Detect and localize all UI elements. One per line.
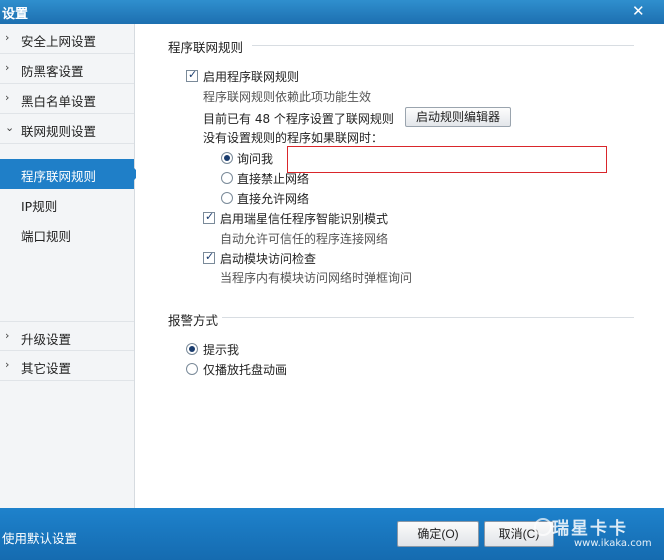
sidebar-item-safe-browsing[interactable]: › 安全上网设置: [0, 24, 134, 54]
sidebar-item-label: 升级设置: [21, 332, 72, 347]
ok-button[interactable]: 确定(O): [397, 521, 479, 547]
ask-me-label: 询问我: [237, 152, 274, 166]
sidebar-item-label: 防黑客设置: [21, 64, 84, 79]
trusted-program-hint: 自动允许可信任的程序连接网络: [220, 232, 389, 246]
allow-network-label: 直接允许网络: [237, 192, 310, 206]
section-title: 程序联网规则: [168, 40, 244, 55]
enable-rules-hint: 程序联网规则依赖此项功能生效: [203, 90, 372, 104]
ask-me-radio[interactable]: [221, 152, 233, 164]
open-rule-editor-button[interactable]: 启动规则编辑器: [405, 107, 511, 127]
sidebar-item-label: 黑白名单设置: [21, 94, 97, 109]
settings-panel: 程序联网规则 启用程序联网规则 程序联网规则依赖此项功能生效 目前已有 48 个…: [136, 24, 664, 508]
alarm-tray-label: 仅播放托盘动画: [203, 363, 288, 377]
sidebar-item-network-rules[interactable]: ⌄ 联网规则设置: [0, 114, 134, 144]
sidebar-item-label: 联网规则设置: [21, 124, 97, 139]
unset-rule-prompt: 没有设置规则的程序如果联网时：: [203, 131, 384, 145]
watermark-url: www.ikaka.com: [574, 538, 652, 549]
chevron-right-icon: ›: [5, 358, 10, 371]
sidebar-subitem-ip-rules[interactable]: IP规则: [0, 189, 134, 219]
title-bar: 设置 ✕: [0, 0, 664, 24]
sidebar-item-black-white-list[interactable]: › 黑白名单设置: [0, 84, 134, 114]
enable-rules-checkbox[interactable]: [186, 68, 198, 82]
close-icon[interactable]: ✕: [632, 2, 645, 20]
watermark-logo-icon: [534, 518, 552, 536]
rule-count-text: 目前已有 48 个程序设置了联网规则: [203, 112, 394, 126]
sidebar-item-label: 其它设置: [21, 361, 72, 376]
window-title: 设置: [2, 7, 29, 22]
alarm-notify-label: 提示我: [203, 343, 240, 357]
sidebar-subitem-label: 程序联网规则: [21, 169, 97, 184]
watermark: 瑞星卡卡 www.ikaka.com: [530, 510, 664, 558]
module-check-label: 启动模块访问检查: [220, 252, 317, 266]
section-title: 报警方式: [168, 313, 219, 328]
footer-bar: 使用默认设置 确定(O) 取消(C) 瑞星卡卡 www.ikaka.com: [0, 508, 664, 560]
restore-defaults-link[interactable]: 使用默认设置: [2, 528, 77, 547]
sidebar-item-anti-hacker[interactable]: › 防黑客设置: [0, 54, 134, 84]
section-divider: [252, 45, 634, 46]
chevron-right-icon: ›: [5, 61, 10, 74]
trusted-program-checkbox[interactable]: [203, 210, 215, 224]
alarm-notify-radio[interactable]: [186, 343, 198, 355]
trusted-program-label: 启用瑞星信任程序智能识别模式: [220, 212, 389, 226]
sidebar-item-upgrade[interactable]: › 升级设置: [0, 321, 134, 351]
chevron-down-icon: ⌄: [5, 121, 15, 134]
module-check-checkbox[interactable]: [203, 250, 215, 264]
sidebar-subitem-label: IP规则: [21, 199, 58, 214]
highlight-box: [287, 146, 607, 173]
section-divider: [222, 317, 634, 318]
chevron-right-icon: ›: [5, 91, 10, 104]
sidebar-item-other[interactable]: › 其它设置: [0, 351, 134, 381]
alarm-tray-radio[interactable]: [186, 363, 198, 375]
sidebar: › 安全上网设置 › 防黑客设置 › 黑白名单设置 ⌄ 联网规则设置 程序联网规…: [0, 24, 140, 508]
chevron-right-icon: ›: [5, 31, 10, 44]
sidebar-subitem-label: 端口规则: [21, 229, 72, 244]
sidebar-subitem-port-rules[interactable]: 端口规则: [0, 219, 134, 249]
sidebar-subitem-program-rules[interactable]: 程序联网规则: [0, 159, 140, 189]
watermark-logo: 瑞星卡卡: [552, 519, 628, 539]
allow-network-radio[interactable]: [221, 192, 233, 204]
module-check-hint: 当程序内有模块访问网络时弹框询问: [220, 271, 413, 285]
block-network-radio[interactable]: [221, 172, 233, 184]
chevron-right-icon: ›: [5, 329, 10, 342]
sidebar-item-label: 安全上网设置: [21, 34, 97, 49]
enable-rules-label: 启用程序联网规则: [203, 70, 300, 84]
